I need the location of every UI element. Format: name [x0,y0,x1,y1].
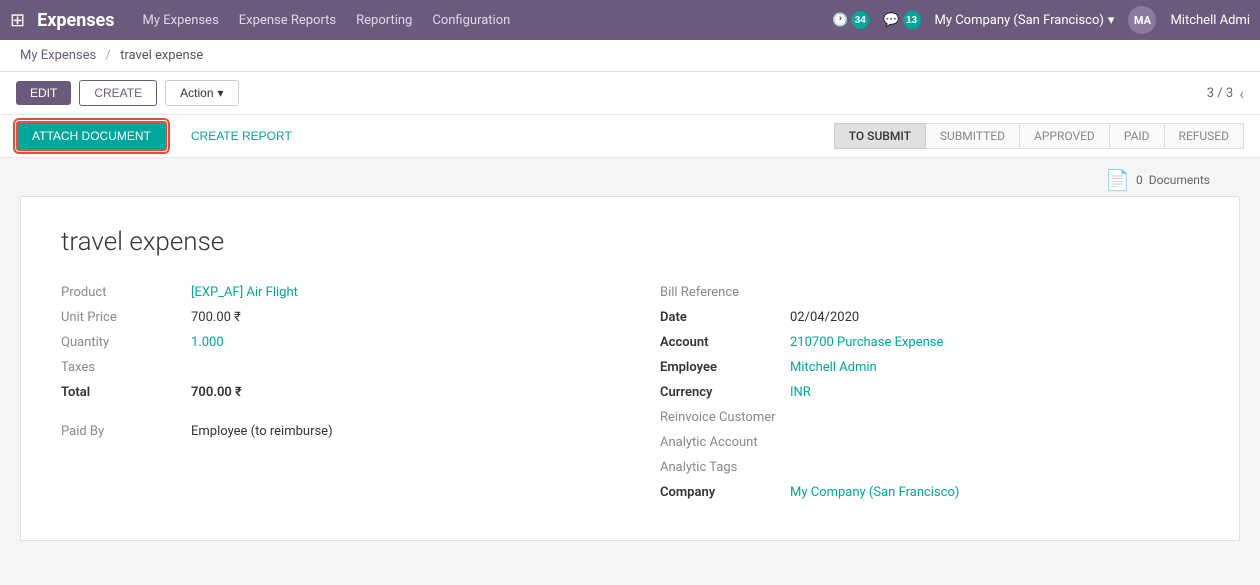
user-avatar[interactable]: MA [1128,6,1156,34]
pagination: 3 / 3 ‹ [1207,84,1244,103]
form-left: Product [EXP_AF] Air Flight Unit Price 7… [61,285,600,510]
breadcrumb: My Expenses / travel expense [0,40,1260,72]
document-count: 0 [1136,173,1143,187]
employee-label: Employee [660,360,790,375]
nav-reporting[interactable]: Reporting [356,13,412,28]
quantity-value[interactable]: 1.000 [191,335,224,350]
breadcrumb-parent[interactable]: My Expenses [20,48,96,63]
form-title: travel expense [61,227,1199,257]
status-paid[interactable]: PAID [1110,123,1165,149]
account-value[interactable]: 210700 Purchase Expense [790,335,943,350]
main-toolbar: EDIT CREATE Action ▾ 3 / 3 ‹ [0,72,1260,115]
bill-reference-label: Bill Reference [660,285,790,300]
app-title: Expenses [37,10,114,31]
nav-links: My Expenses Expense Reports Reporting Co… [143,13,825,28]
paid-by-label: Paid By [61,424,191,439]
currency-label: Currency [660,385,790,400]
nav-expense-reports[interactable]: Expense Reports [239,13,336,28]
form-right: Bill Reference Date 02/04/2020 Account 2… [600,285,1199,510]
product-value[interactable]: [EXP_AF] Air Flight [191,285,298,300]
field-product: Product [EXP_AF] Air Flight [61,285,600,300]
form-card: travel expense Product [EXP_AF] Air Flig… [20,196,1240,541]
document-icon: 📄 [1105,168,1130,192]
create-report-button[interactable]: CREATE REPORT [177,123,306,149]
analytic-account-label: Analytic Account [660,435,790,450]
taxes-label: Taxes [61,360,191,375]
chat-badge: 13 [903,11,921,29]
chevron-down-icon: ▾ [1108,13,1115,28]
nav-my-expenses[interactable]: My Expenses [143,13,219,28]
status-to-submit[interactable]: TO SUBMIT [834,123,926,149]
nav-right: 🕐 34 💬 13 My Company (San Francisco) ▾ M… [832,6,1250,34]
field-unit-price: Unit Price 700.00 ₹ [61,310,600,325]
field-currency: Currency INR [660,385,1199,400]
employee-value[interactable]: Mitchell Admin [790,360,877,375]
field-reinvoice: Reinvoice Customer [660,410,1199,425]
unit-price-label: Unit Price [61,310,191,325]
account-label: Account [660,335,790,350]
status-bar: TO SUBMIT SUBMITTED APPROVED PAID REFUSE… [834,123,1244,149]
breadcrumb-separator: / [105,48,110,63]
breadcrumb-current: travel expense [120,48,203,63]
clock-badge-button[interactable]: 🕐 34 [832,11,869,29]
status-submitted[interactable]: SUBMITTED [926,123,1020,149]
field-paid-by: Paid By Employee (to reimburse) [61,424,600,439]
user-initials: MA [1134,14,1151,27]
total-value: 700.00 ₹ [191,385,242,400]
edit-button[interactable]: EDIT [16,81,71,105]
company-value[interactable]: My Company (San Francisco) [790,485,959,500]
field-company: Company My Company (San Francisco) [660,485,1199,500]
content-area: 📄 0 Documents travel expense Product [EX… [0,158,1260,561]
field-date: Date 02/04/2020 [660,310,1199,325]
unit-price-value: 700.00 ₹ [191,310,241,325]
form-grid: Product [EXP_AF] Air Flight Unit Price 7… [61,285,1199,510]
field-account: Account 210700 Purchase Expense [660,335,1199,350]
field-employee: Employee Mitchell Admin [660,360,1199,375]
pagination-text: 3 / 3 [1207,86,1233,101]
paid-by-value: Employee (to reimburse) [191,424,333,439]
field-bill-reference: Bill Reference [660,285,1199,300]
field-total: Total 700.00 ₹ [61,385,600,400]
field-analytic-tags: Analytic Tags [660,460,1199,475]
attach-document-button[interactable]: ATTACH DOCUMENT [16,121,167,151]
field-analytic-account: Analytic Account [660,435,1199,450]
nav-configuration[interactable]: Configuration [432,13,510,28]
action-chevron-icon: ▾ [218,86,224,100]
field-quantity: Quantity 1.000 [61,335,600,350]
user-name: Mitchell Admi [1170,13,1250,28]
top-navigation: ⊞ Expenses My Expenses Expense Reports R… [0,0,1260,40]
currency-value[interactable]: INR [790,385,811,400]
doc-count-bar: 📄 0 Documents [20,158,1240,196]
chat-badge-button[interactable]: 💬 13 [883,11,920,29]
clock-icon: 🕐 [832,12,848,28]
status-refused[interactable]: REFUSED [1165,123,1244,149]
quantity-label: Quantity [61,335,191,350]
total-label: Total [61,385,191,400]
clock-badge: 34 [851,11,869,29]
company-selector[interactable]: My Company (San Francisco) ▾ [935,13,1115,28]
product-label: Product [61,285,191,300]
secondary-toolbar: ATTACH DOCUMENT CREATE REPORT TO SUBMIT … [0,115,1260,158]
company-name: My Company (San Francisco) [935,13,1104,28]
action-label: Action [180,86,213,100]
chat-icon: 💬 [883,12,899,28]
reinvoice-label: Reinvoice Customer [660,410,790,425]
create-button[interactable]: CREATE [79,80,157,106]
analytic-tags-label: Analytic Tags [660,460,790,475]
company-label: Company [660,485,790,500]
grid-icon[interactable]: ⊞ [10,10,25,31]
pagination-prev-icon[interactable]: ‹ [1239,84,1244,103]
date-label: Date [660,310,790,325]
date-value: 02/04/2020 [790,310,859,325]
field-taxes: Taxes [61,360,600,375]
status-approved[interactable]: APPROVED [1020,123,1110,149]
document-label: Documents [1149,173,1210,187]
action-button[interactable]: Action ▾ [165,80,238,106]
